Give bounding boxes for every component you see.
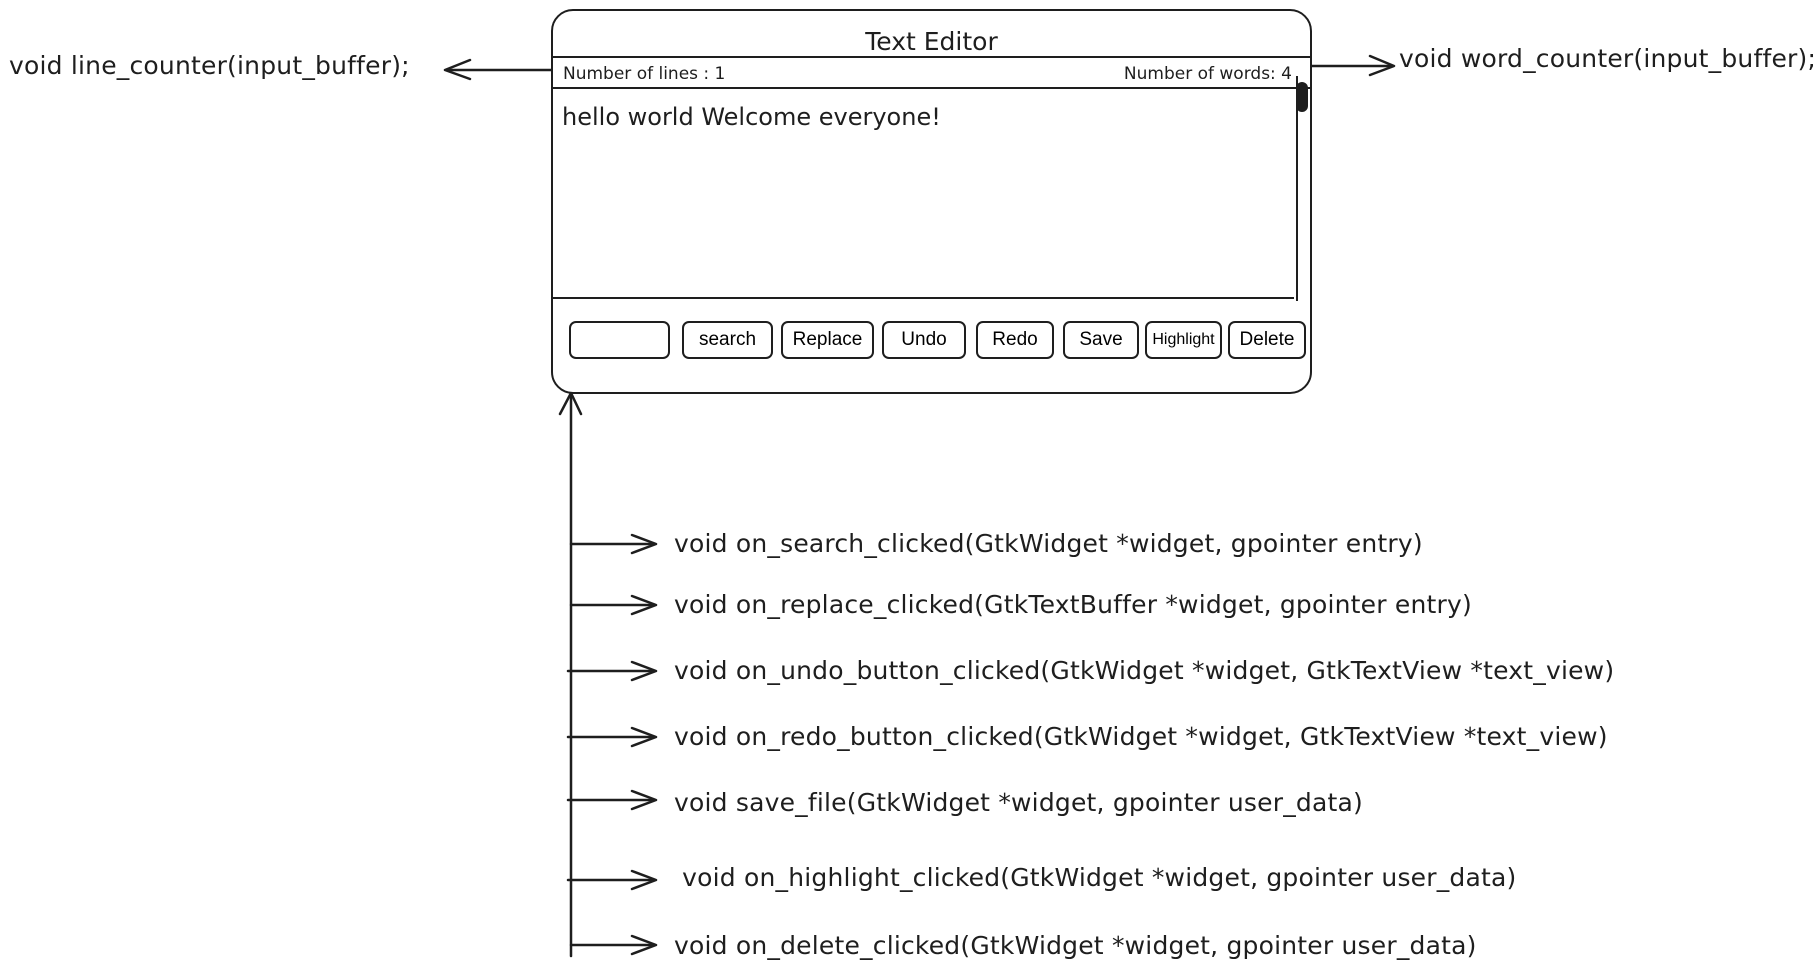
redo-button[interactable]: Redo [976, 321, 1054, 359]
scrollbar-thumb[interactable] [1296, 82, 1308, 112]
handler-redo-label: void on_redo_button_clicked(GtkWidget *w… [674, 722, 1608, 751]
word-count-label: Number of words: 4 [1123, 64, 1292, 84]
search-input[interactable] [569, 321, 670, 359]
text-view[interactable]: hello world Welcome everyone! [553, 89, 1294, 299]
handler-highlight-label: void on_highlight_clicked(GtkWidget *wid… [674, 863, 1517, 892]
text-editor-window: Text Editor Number of lines : 1 Number o… [551, 9, 1312, 394]
diagram-canvas: void line_counter(input_buffer); void wo… [0, 0, 1820, 974]
button-bar: search Replace Undo Redo Save Highlight … [553, 321, 1310, 371]
word-counter-label: void word_counter(input_buffer); [1399, 44, 1817, 73]
line-count-label: Number of lines : 1 [563, 64, 726, 84]
text-content: hello world Welcome everyone! [562, 103, 941, 131]
highlight-button[interactable]: Highlight [1145, 321, 1222, 359]
handler-search-label: void on_search_clicked(GtkWidget *widget… [674, 529, 1423, 558]
undo-button[interactable]: Undo [882, 321, 966, 359]
handler-undo-label: void on_undo_button_clicked(GtkWidget *w… [674, 656, 1615, 685]
search-button[interactable]: search [682, 321, 773, 359]
vertical-scrollbar[interactable] [1296, 76, 1308, 301]
status-bar: Number of lines : 1 Number of words: 4 [553, 56, 1310, 89]
handler-replace-label: void on_replace_clicked(GtkTextBuffer *w… [674, 590, 1472, 619]
delete-button[interactable]: Delete [1228, 321, 1306, 359]
save-button[interactable]: Save [1063, 321, 1139, 359]
handler-delete-label: void on_delete_clicked(GtkWidget *widget… [674, 931, 1477, 960]
window-title: Text Editor [865, 27, 998, 56]
handler-save-label: void save_file(GtkWidget *widget, gpoint… [674, 788, 1363, 817]
replace-button[interactable]: Replace [781, 321, 874, 359]
line-counter-label: void line_counter(input_buffer); [9, 51, 410, 80]
